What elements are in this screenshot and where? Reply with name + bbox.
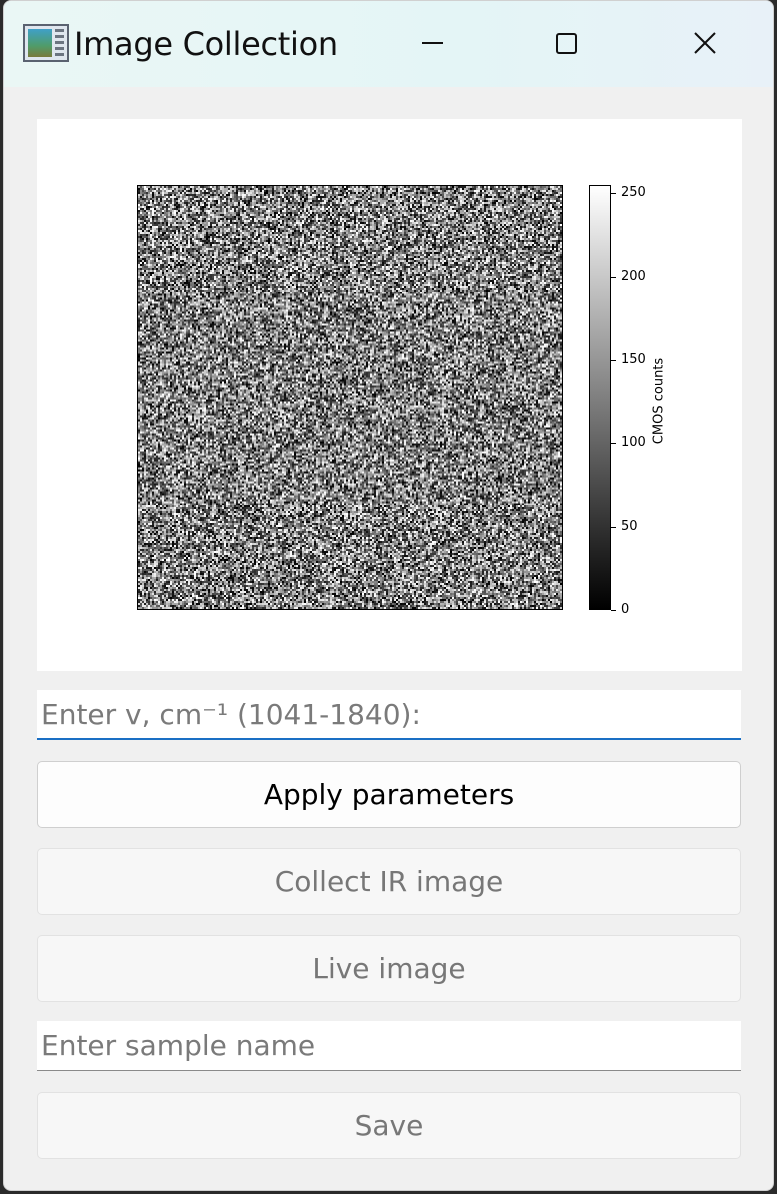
maximize-button[interactable] xyxy=(544,21,588,65)
colorbar-tick-mark xyxy=(611,443,616,445)
colorbar-tick-label: 150 xyxy=(621,352,646,367)
title-bar[interactable]: Image Collection xyxy=(4,1,773,87)
colorbar-tick-mark xyxy=(611,360,616,361)
colorbar xyxy=(589,185,611,610)
window-title: Image Collection xyxy=(74,25,338,63)
close-button[interactable] xyxy=(682,21,726,65)
cmos-image-heatmap xyxy=(137,185,563,610)
colorbar-tick-label: 200 xyxy=(621,268,646,284)
image-collection-window: Image Collection 0 50 100 150 200 250 CMOS co… xyxy=(3,0,774,1191)
maximize-icon xyxy=(556,33,577,54)
colorbar-tick-label: 100 xyxy=(621,435,646,451)
save-button[interactable]: Save xyxy=(37,1092,741,1159)
app-icon-picture xyxy=(28,29,52,57)
colorbar-tick-label: 250 xyxy=(621,185,646,201)
close-icon xyxy=(694,32,716,54)
colorbar-tick-mark xyxy=(611,526,616,528)
live-image-button[interactable]: Live image xyxy=(37,935,741,1002)
minimize-button[interactable] xyxy=(408,21,452,65)
colorbar-tick-mark xyxy=(611,610,616,611)
colorbar-tick-mark xyxy=(611,276,616,278)
colorbar-tick-label: 50 xyxy=(621,518,638,534)
colorbar-tick-label: 0 xyxy=(621,602,630,617)
colorbar-label: CMOS counts xyxy=(651,357,667,445)
app-image-icon xyxy=(23,24,69,62)
apply-parameters-button[interactable]: Apply parameters xyxy=(37,761,741,828)
wavenumber-input[interactable] xyxy=(37,690,741,740)
minimize-icon xyxy=(422,42,443,44)
noise-canvas xyxy=(138,186,562,609)
colorbar-tick-mark xyxy=(611,193,616,195)
app-icon-bars xyxy=(55,29,64,57)
image-plot-area: 0 50 100 150 200 250 CMOS counts xyxy=(37,119,742,671)
collect-ir-image-button[interactable]: Collect IR image xyxy=(37,848,741,915)
sample-name-input[interactable] xyxy=(37,1021,741,1071)
